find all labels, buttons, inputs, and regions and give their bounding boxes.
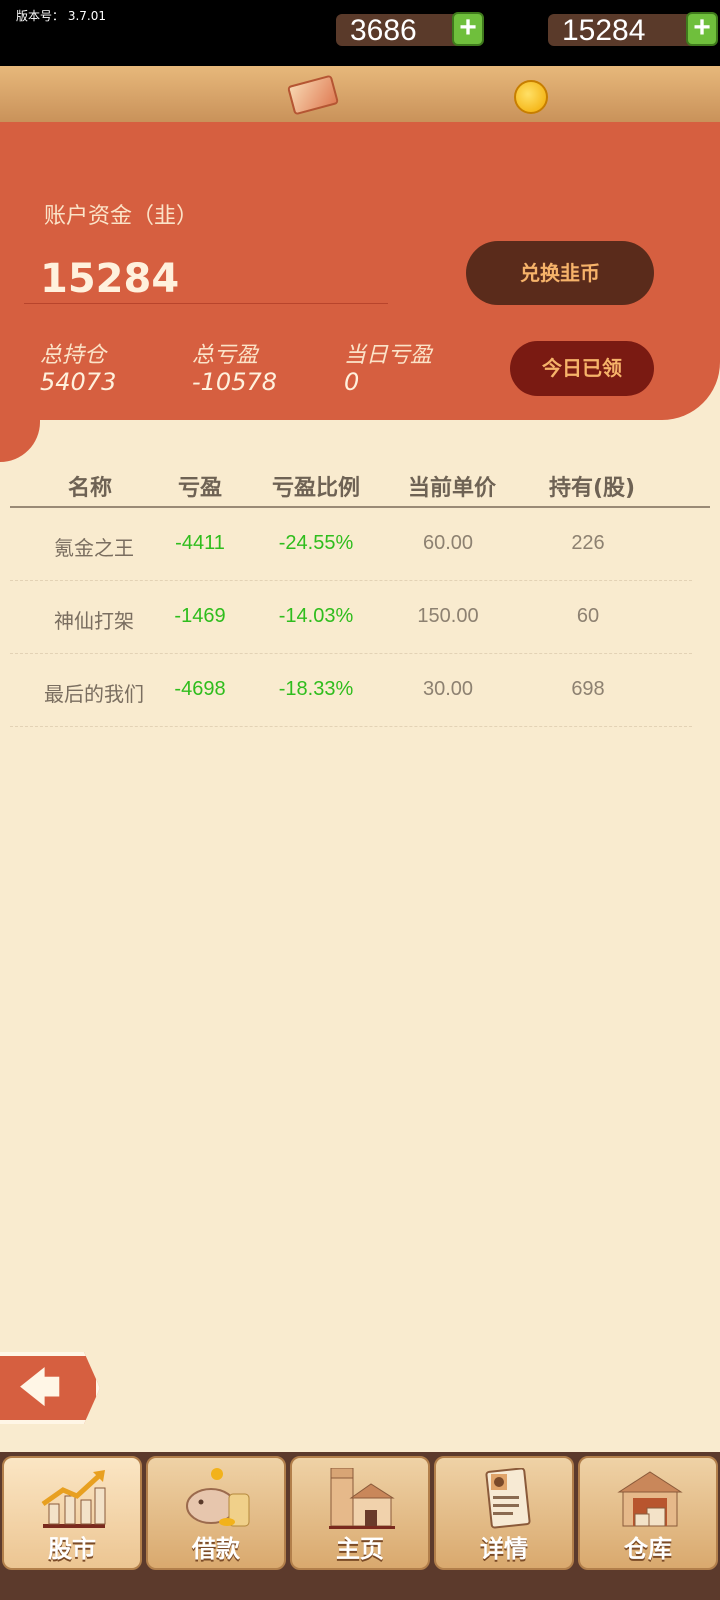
amount-divider	[24, 303, 388, 304]
daily-pl-value: 0	[344, 368, 360, 396]
house-icon	[329, 1468, 395, 1529]
total-pl-value: -10578	[192, 368, 278, 396]
version-text: 版本号： 3.7.01	[16, 7, 106, 24]
piggy-bank-icon	[186, 1468, 250, 1527]
header-price: 当前单价	[407, 476, 496, 501]
version-label: 版本号：	[16, 9, 65, 23]
daily-pl-label: 当日亏盈	[344, 343, 433, 368]
stock-price: 30.00	[422, 678, 474, 700]
holdings-table-header: 名称 亏盈 亏盈比例 当前单价 持有(股)	[10, 470, 710, 508]
add-cash-button[interactable]: +	[452, 12, 484, 46]
table-row[interactable]: 氪金之王 -4411 -24.55% 60.00 226	[10, 508, 692, 581]
stock-held: 60	[576, 605, 600, 627]
total-position-value: 54073	[40, 368, 117, 396]
nav-warehouse[interactable]: 仓库	[578, 1456, 718, 1570]
profile-card-icon	[485, 1468, 531, 1529]
header-held: 持有(股)	[548, 476, 636, 501]
nav-label: 主页	[336, 1535, 384, 1563]
stock-held: 226	[571, 532, 605, 554]
nav-details[interactable]: 详情	[434, 1456, 574, 1570]
account-funds-amount: 15284	[40, 256, 180, 302]
warehouse-icon	[617, 1471, 683, 1527]
back-arrow-icon: 🡄	[18, 1363, 62, 1412]
total-position-label: 总持仓	[40, 343, 107, 368]
coin-icon	[514, 80, 548, 114]
table-row[interactable]: 神仙打架 -1469 -14.03% 150.00 60	[10, 581, 692, 654]
coin-pill: 15284 +	[548, 12, 718, 47]
stock-ratio: -24.55%	[278, 532, 354, 554]
add-coins-button[interactable]: +	[686, 12, 718, 46]
total-pl-label: 总亏盈	[192, 343, 259, 368]
stock-ratio: -14.03%	[278, 605, 354, 627]
stock-price: 150.00	[417, 605, 479, 627]
coin-amount: 15284	[562, 14, 646, 47]
nav-label: 股市	[48, 1535, 96, 1563]
currency-bar	[0, 66, 720, 125]
stock-held: 698	[571, 678, 605, 700]
nav-label: 仓库	[624, 1535, 672, 1563]
nav-home[interactable]: 主页	[290, 1456, 430, 1570]
cash-amount: 3686	[350, 14, 417, 47]
nav-loan[interactable]: 借款	[146, 1456, 286, 1570]
daily-claim-button[interactable]: 今日已领	[510, 341, 654, 396]
account-panel-curve	[0, 392, 40, 462]
exchange-button[interactable]: 兑换韭币	[466, 241, 654, 305]
stock-price: 60.00	[422, 532, 474, 554]
stock-chart-icon	[41, 1470, 106, 1528]
version-value: 3.7.01	[67, 9, 107, 23]
nav-label: 借款	[192, 1535, 240, 1563]
stock-ratio: -18.33%	[278, 678, 354, 700]
nav-label: 详情	[480, 1535, 528, 1563]
cash-pill: 3686 +	[336, 12, 484, 47]
nav-stock-market[interactable]: 股市	[2, 1456, 142, 1570]
header-ratio: 亏盈比例	[271, 476, 360, 501]
table-row[interactable]: 最后的我们 -4698 -18.33% 30.00 698	[10, 654, 692, 727]
account-funds-label: 账户资金（韭）	[44, 204, 199, 229]
